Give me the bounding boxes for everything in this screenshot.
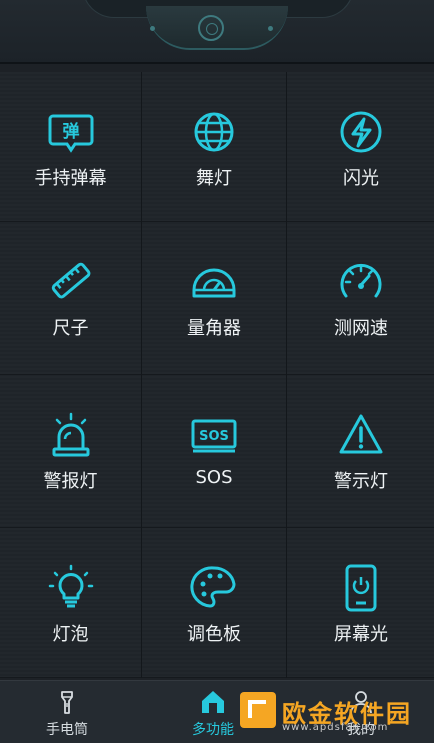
light-bulb-icon <box>48 564 93 608</box>
feature-label: 舞灯 <box>196 168 232 189</box>
feature-danmaku[interactable]: 弹 手持弹幕 <box>0 72 141 222</box>
flashlight-power-button[interactable] <box>198 15 224 41</box>
feature-label: 调色板 <box>187 624 241 645</box>
feature-speedtest[interactable]: 测网速 <box>287 222 434 375</box>
protractor-icon <box>192 268 236 298</box>
header-divider <box>0 62 434 64</box>
sos-sign-icon: SOS <box>191 419 237 453</box>
watermark-url: www.apdsfan.com <box>282 722 389 733</box>
feature-alarm-light[interactable]: 警报灯 <box>0 375 141 528</box>
alarm-light-icon <box>52 412 89 457</box>
speedometer-icon <box>340 263 382 298</box>
feature-label: 闪光 <box>343 168 379 189</box>
feature-bulb[interactable]: 灯泡 <box>0 528 141 678</box>
indicator-dot <box>268 26 273 31</box>
feature-label: 量角器 <box>187 318 241 339</box>
feature-label: 警报灯 <box>43 471 98 492</box>
feature-label: 屏幕光 <box>334 624 388 645</box>
feature-flash[interactable]: 闪光 <box>287 72 434 222</box>
feature-sos[interactable]: SOS SOS <box>142 375 286 528</box>
indicator-dot <box>150 26 155 31</box>
feature-screen-light[interactable]: 屏幕光 <box>287 528 434 678</box>
feature-label: SOS <box>195 467 233 488</box>
svg-text:弹: 弹 <box>62 121 79 142</box>
feature-ruler[interactable]: 尺子 <box>0 222 141 375</box>
disco-ball-icon <box>194 112 234 152</box>
tab-flashlight[interactable]: 手电筒 <box>12 681 122 739</box>
site-watermark: 欧金软件园 www.apdsfan.com <box>236 688 432 740</box>
feature-label: 测网速 <box>334 318 388 339</box>
danmaku-bubble-icon: 弹 <box>48 114 93 153</box>
feature-grid: 弹 手持弹幕 舞灯 闪光 尺子 量角器 测网速 警报灯 SOS SOS 警示灯 … <box>0 72 434 678</box>
feature-label: 灯泡 <box>52 624 89 645</box>
feature-warning-light[interactable]: 警示灯 <box>287 375 434 528</box>
watermark-logo-icon <box>240 692 276 728</box>
feature-disco[interactable]: 舞灯 <box>142 72 286 222</box>
feature-palette[interactable]: 调色板 <box>142 528 286 678</box>
feature-label: 警示灯 <box>334 471 388 492</box>
flashlight-icon <box>61 691 73 714</box>
top-header <box>0 0 434 64</box>
palette-icon <box>190 566 236 608</box>
home-icon <box>202 691 224 713</box>
feature-protractor[interactable]: 量角器 <box>142 222 286 375</box>
ruler-icon <box>51 262 90 299</box>
warning-triangle-icon <box>339 414 383 454</box>
feature-label: 手持弹幕 <box>34 168 107 189</box>
flash-bolt-icon <box>340 111 382 153</box>
svg-text:SOS: SOS <box>199 429 229 444</box>
tab-label: 手电筒 <box>46 722 88 738</box>
feature-label: 尺子 <box>52 318 89 339</box>
screen-light-phone-icon <box>345 564 377 612</box>
